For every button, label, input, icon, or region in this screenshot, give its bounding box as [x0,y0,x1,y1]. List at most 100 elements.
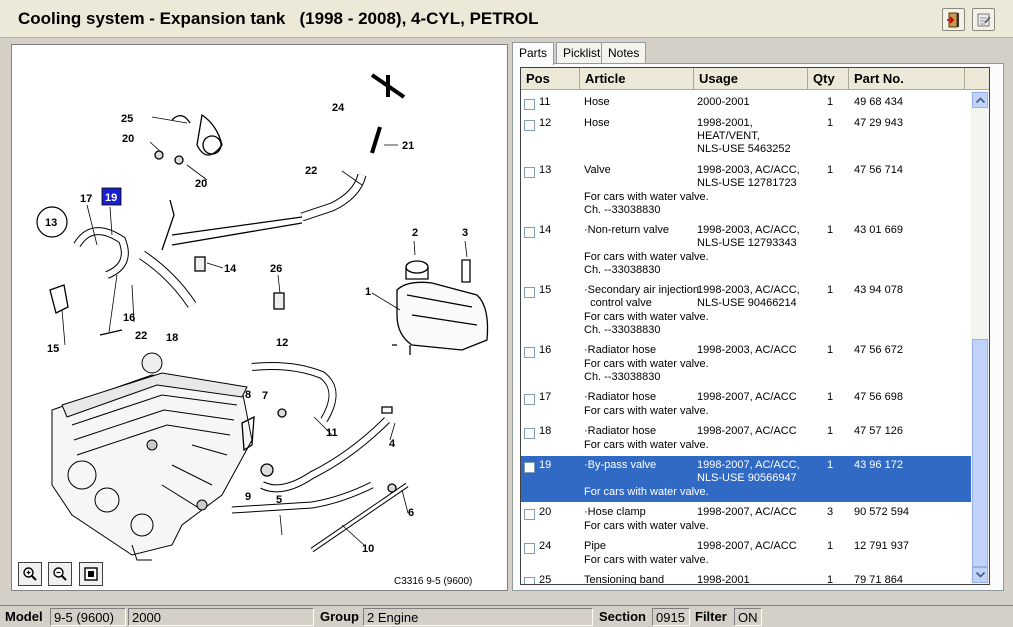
row-checkbox[interactable] [524,543,535,554]
cell-note: For cars with water valve. [584,486,709,498]
row-checkbox[interactable] [524,428,535,439]
callout-14: 14 [224,263,237,275]
section-label: Section [599,609,646,624]
exit-button[interactable] [942,8,965,31]
callout-4: 4 [389,438,396,450]
zoom-in-button[interactable] [18,562,42,586]
tab-parts[interactable]: Parts [512,42,555,65]
tab-picklist[interactable]: Picklist [556,42,608,63]
cell-pos: 16 [539,344,552,356]
row-checkbox[interactable] [524,577,535,584]
parts-illustration-pane[interactable]: 1 2 3 4 5 6 7 8 9 10 11 12 13 14 15 16 1… [11,44,508,591]
callout-9: 9 [245,491,251,503]
header-qty[interactable]: Qty [808,68,849,90]
cell-part-no: 49 68 434 [854,96,903,108]
table-row[interactable]: 11 Hose 2000-2001 1 49 68 434 [521,93,971,113]
cell-note: For cars with water valve. Ch. --3303883… [584,358,709,383]
row-checkbox[interactable] [524,99,535,110]
row-checkbox[interactable] [524,287,535,298]
cell-usage: 1998-2007, AC/ACC [697,391,797,403]
callout-10: 10 [362,543,374,555]
cell-part-no: 47 57 126 [854,425,903,437]
callout-17: 17 [80,193,92,205]
table-body: 11 Hose 2000-2001 1 49 68 434 12 Hose 19… [521,91,971,585]
cell-article: ·Radiator hose [584,344,657,356]
callout-5: 5 [276,494,282,506]
cell-note: For cars with water valve. Ch. --3303883… [584,191,709,216]
table-row[interactable]: 17 ·Radiator hose 1998-2007, AC/ACC 1 47… [521,388,971,421]
cell-article: ·By-pass valve [584,459,657,471]
scroll-down-button[interactable] [972,567,988,583]
table-row[interactable]: 15 ·Secondary air injection control valv… [521,281,971,339]
section-field: 0915 [652,608,690,626]
table-row[interactable]: 16 ·Radiator hose 1998-2003, AC/ACC 1 47… [521,341,971,387]
exit-door-icon [946,12,959,27]
cell-pos: 12 [539,117,552,129]
table-row[interactable]: 25 Tensioning band 1998-2001 1 79 71 864 [521,571,971,585]
edit-button[interactable] [972,8,995,31]
header-usage[interactable]: Usage [694,68,808,90]
cell-note: For cars with water valve. [584,554,709,566]
cell-qty: 1 [827,425,834,437]
table-header: Pos Article Usage Qty Part No. [521,68,989,90]
row-checkbox[interactable] [524,347,535,358]
callout-2: 2 [412,227,418,239]
engine-drawing [51,352,253,561]
callout-22: 22 [305,165,317,177]
group-label: Group [320,609,359,624]
cell-usage: 1998-2003, AC/ACC, NLS-USE 90466214 [697,284,800,309]
callout-26: 26 [270,263,282,275]
callout-25: 25 [121,113,133,125]
callout-13: 13 [45,217,57,229]
table-row[interactable]: 13 Valve 1998-2003, AC/ACC, NLS-USE 1278… [521,161,971,219]
table-row-selected[interactable]: 19 ·By-pass valve 1998-2007, AC/ACC, NLS… [521,456,971,502]
notepad-icon [977,13,991,26]
callout-11: 11 [326,427,338,439]
cell-article: ·Non-return valve [584,224,669,236]
cell-part-no: 47 56 714 [854,164,903,176]
table-row[interactable]: 18 ·Radiator hose 1998-2007, AC/ACC 1 47… [521,422,971,455]
header-part-no[interactable]: Part No. [849,68,965,90]
zoom-in-icon [23,567,37,581]
callout-15: 15 [47,343,59,355]
row-checkbox[interactable] [524,167,535,178]
cell-usage: 1998-2001 [697,574,750,585]
cell-pos: 25 [539,574,552,585]
row-checkbox[interactable] [524,509,535,520]
cell-article: Hose [584,96,610,108]
row-checkbox[interactable] [524,462,535,473]
zoom-out-button[interactable] [48,562,72,586]
cell-pos: 19 [539,459,552,471]
cell-part-no: 47 56 698 [854,391,903,403]
table-row[interactable]: 12 Hose 1998-2001, HEAT/VENT, NLS-USE 54… [521,114,971,160]
cell-qty: 1 [827,344,834,356]
callout-20a: 20 [122,133,134,145]
cell-usage: 1998-2003, AC/ACC, NLS-USE 12781723 [697,164,800,189]
cell-article: ·Radiator hose [584,425,657,437]
row-checkbox[interactable] [524,394,535,405]
parts-table[interactable]: Pos Article Usage Qty Part No. 11 Hose 2… [520,67,990,585]
scroll-thumb[interactable] [972,339,988,567]
cell-pos: 18 [539,425,552,437]
cell-qty: 3 [827,506,834,518]
scroll-up-button[interactable] [972,92,988,108]
cell-usage: 1998-2001, HEAT/VENT, NLS-USE 5463252 [697,117,791,155]
cell-part-no: 12 791 937 [854,540,910,552]
header-article[interactable]: Article [580,68,694,90]
tab-notes[interactable]: Notes [601,42,647,63]
callout-12: 12 [276,337,288,349]
header-pos[interactable]: Pos [521,68,580,90]
cell-article: Valve [584,164,611,176]
chevron-down-icon [975,572,985,578]
row-checkbox[interactable] [524,120,535,131]
row-checkbox[interactable] [524,227,535,238]
cell-usage: 2000-2001 [697,96,750,108]
callout-21: 21 [402,140,414,152]
table-row[interactable]: 14 ·Non-return valve 1998-2003, AC/ACC, … [521,221,971,279]
table-row[interactable]: 24 Pipe 1998-2007, AC/ACC 1 12 791 937 F… [521,537,971,570]
table-row[interactable]: 20 ·Hose clamp 1998-2007, AC/ACC 3 90 57… [521,503,971,536]
cell-part-no: 79 71 864 [854,574,903,585]
vertical-scrollbar[interactable] [971,91,989,584]
fit-window-button[interactable] [79,562,103,586]
callout-20b: 20 [195,178,207,190]
